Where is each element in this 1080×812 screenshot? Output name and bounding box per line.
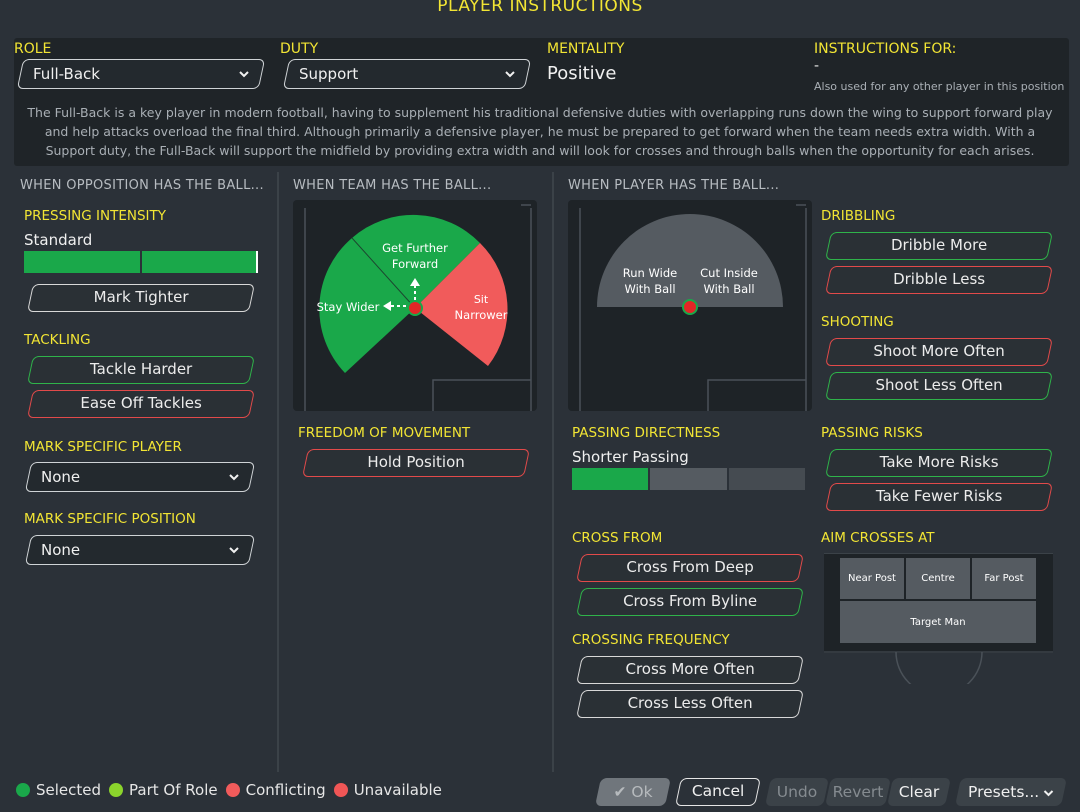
tackle-harder-button[interactable]: Tackle Harder: [27, 356, 255, 384]
movement-pitch: Get Further Forward Stay Wider Sit Narro…: [293, 200, 537, 411]
dribble-diagram: Run Wide With Ball Cut Inside With Ball: [579, 204, 807, 411]
sit-narrower-label: Narrower: [455, 308, 508, 322]
shoot-more-often-button[interactable]: Shoot More Often: [825, 338, 1053, 366]
dribble-less-button[interactable]: Dribble Less: [825, 266, 1053, 294]
chevron-down-icon: [229, 474, 239, 481]
player-position-marker: [407, 300, 423, 316]
centre-target[interactable]: Centre: [906, 558, 970, 599]
far-post-target[interactable]: Far Post: [972, 558, 1036, 599]
pressing-intensity-label: PRESSING INTENSITY: [24, 208, 167, 224]
undo-button[interactable]: Undo: [765, 778, 829, 806]
target-man-target[interactable]: Target Man: [840, 601, 1036, 643]
slider-segment: [142, 251, 258, 273]
chevron-down-icon: [505, 71, 515, 78]
near-post-target[interactable]: Near Post: [840, 558, 904, 599]
mark-specific-position-label: MARK SPECIFIC POSITION: [24, 511, 196, 527]
revert-button[interactable]: Revert: [825, 778, 891, 806]
cross-from-label: CROSS FROM: [572, 530, 663, 546]
crossing-frequency-label: CROSSING FREQUENCY: [572, 632, 730, 648]
team-header: WHEN TEAM HAS THE BALL...: [293, 178, 492, 193]
get-further-forward-label: Forward: [392, 257, 438, 271]
slider-segment: [572, 468, 649, 490]
instructions-for-label: INSTRUCTIONS FOR:: [814, 41, 957, 57]
legend-unavailable: Unavailable: [353, 781, 442, 799]
mark-tighter-button[interactable]: Mark Tighter: [27, 284, 255, 312]
chevron-down-icon: [229, 547, 239, 554]
duty-value: Support: [299, 65, 359, 83]
dribble-more-button[interactable]: Dribble More: [825, 232, 1053, 260]
cross-more-often-button[interactable]: Cross More Often: [576, 656, 804, 684]
movement-diagram: Get Further Forward Stay Wider Sit Narro…: [304, 204, 532, 411]
instructions-for-note: Also used for any other player in this p…: [814, 80, 1065, 93]
role-label: ROLE: [14, 41, 52, 57]
clear-button[interactable]: Clear: [887, 778, 951, 806]
mark-position-value: None: [41, 541, 81, 559]
opposition-header: WHEN OPPOSITION HAS THE BALL...: [20, 178, 264, 193]
conflicting-dot-icon: [225, 783, 240, 797]
ease-off-tackles-button[interactable]: Ease Off Tackles: [27, 390, 255, 418]
cancel-button[interactable]: Cancel: [675, 778, 761, 806]
column-divider: [552, 172, 554, 772]
run-wide-label: With Ball: [624, 282, 675, 296]
legend-part-of-role: Part Of Role: [129, 781, 218, 799]
dribble-pitch: Run Wide With Ball Cut Inside With Ball: [568, 200, 812, 411]
player-position-marker: [682, 299, 698, 315]
legend: Selected Part Of Role Conflicting Unavai…: [16, 781, 450, 799]
pressing-intensity-slider[interactable]: [24, 251, 258, 273]
part-of-role-dot-icon: [109, 783, 124, 797]
mark-player-value: None: [41, 468, 81, 486]
shoot-less-often-button[interactable]: Shoot Less Often: [825, 372, 1053, 400]
role-description: The Full-Back is a key player in modern …: [27, 105, 1053, 158]
checkmark-icon: ✔: [613, 783, 627, 801]
take-more-risks-button[interactable]: Take More Risks: [825, 449, 1053, 477]
role-dropdown[interactable]: Full-Back: [16, 59, 266, 89]
duty-dropdown[interactable]: Support: [282, 59, 532, 89]
dribbling-label: DRIBBLING: [821, 208, 896, 224]
take-fewer-risks-button[interactable]: Take Fewer Risks: [825, 483, 1053, 511]
cut-inside-label: Cut Inside: [700, 266, 758, 280]
shooting-label: SHOOTING: [821, 314, 894, 330]
mark-specific-player-label: MARK SPECIFIC PLAYER: [24, 439, 182, 455]
instructions-for-value: -: [814, 58, 820, 74]
passing-risks-label: PASSING RISKS: [821, 425, 923, 441]
page-title: PLAYER INSTRUCTIONS: [437, 0, 643, 16]
chevron-down-icon: [1043, 790, 1054, 797]
selected-dot-icon: [16, 783, 30, 797]
mark-specific-player-dropdown[interactable]: None: [24, 462, 256, 492]
passing-directness-slider[interactable]: [572, 468, 805, 490]
player-header: WHEN PLAYER HAS THE BALL...: [568, 178, 780, 193]
duty-label: DUTY: [280, 41, 319, 57]
legend-selected: Selected: [36, 781, 102, 799]
column-divider: [277, 172, 279, 772]
slider-segment: [24, 251, 140, 273]
stay-wider-label: Stay Wider: [317, 300, 380, 314]
mark-specific-position-dropdown[interactable]: None: [24, 535, 256, 565]
aim-crosses-box: Near Post Centre Far Post Target Man: [824, 553, 1053, 684]
pressing-intensity-value: Standard: [24, 231, 93, 249]
cross-from-byline-button[interactable]: Cross From Byline: [576, 588, 804, 616]
tackling-label: TACKLING: [24, 332, 91, 348]
aim-crosses-at-label: AIM CROSSES AT: [821, 530, 935, 546]
mentality-label: MENTALITY: [547, 41, 625, 57]
hold-position-button[interactable]: Hold Position: [302, 449, 530, 477]
legend-conflicting: Conflicting: [245, 781, 326, 799]
slider-segment: [728, 468, 805, 490]
chevron-down-icon: [239, 71, 249, 78]
mentality-value: Positive: [547, 63, 617, 84]
cross-from-deep-button[interactable]: Cross From Deep: [576, 554, 804, 582]
cut-inside-label: With Ball: [703, 282, 754, 296]
sit-narrower-label: Sit: [474, 293, 489, 306]
freedom-of-movement-label: FREEDOM OF MOVEMENT: [298, 425, 471, 441]
unavailable-dot-icon: [333, 783, 348, 797]
run-wide-label: Run Wide: [623, 266, 677, 280]
ok-button[interactable]: ✔ Ok: [595, 778, 671, 806]
get-further-forward-label: Get Further: [382, 241, 448, 255]
passing-directness-label: PASSING DIRECTNESS: [572, 425, 721, 441]
passing-directness-value: Shorter Passing: [572, 448, 689, 466]
cross-less-often-button[interactable]: Cross Less Often: [576, 690, 804, 718]
role-value: Full-Back: [33, 65, 100, 83]
slider-segment: [650, 468, 727, 490]
